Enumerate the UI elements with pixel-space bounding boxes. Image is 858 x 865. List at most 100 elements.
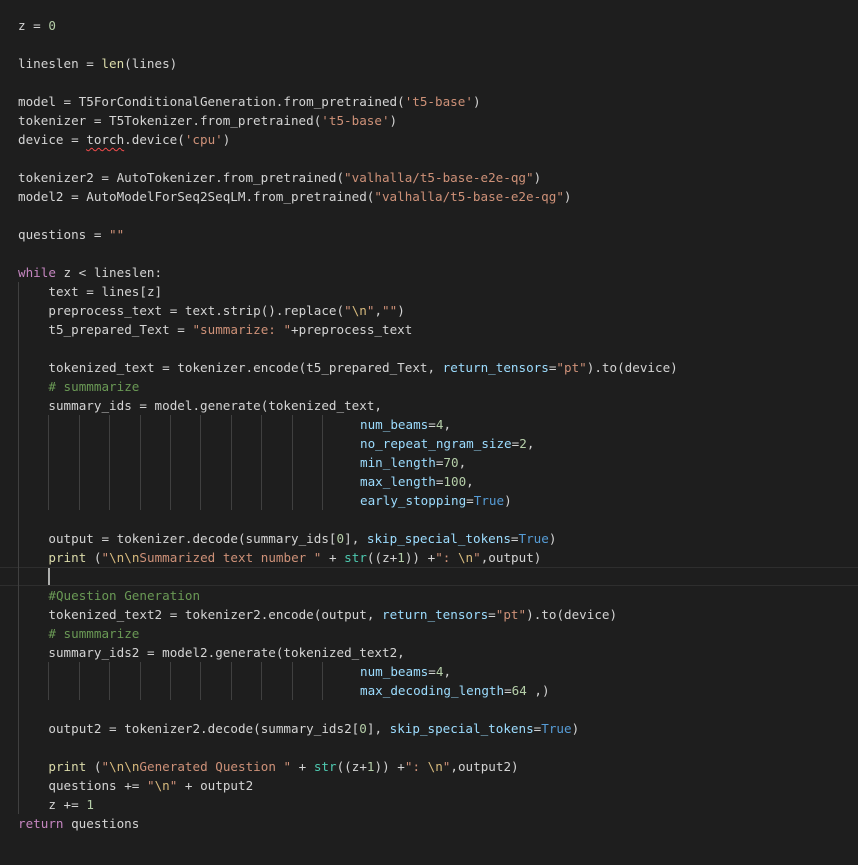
code-line[interactable]: summary_ids2 = model2.generate(tokenized…: [48, 643, 404, 662]
indent-guide: [18, 643, 19, 662]
code-token: +preprocess_text: [291, 322, 413, 337]
code-token: (: [86, 550, 102, 565]
code-line[interactable]: # summmarize: [48, 377, 139, 396]
indent-guide: [291, 453, 293, 472]
code-token: "summarize: ": [192, 322, 292, 337]
indent-guide: [18, 757, 19, 776]
indent-guide: [139, 662, 141, 681]
indent-guide: [18, 358, 19, 377]
code-token: ,: [443, 664, 452, 679]
code-token: num_beams: [360, 664, 429, 679]
code-line[interactable]: z += 1: [48, 795, 94, 814]
code-token: z =: [18, 18, 49, 33]
code-token: lineslen =: [18, 56, 102, 71]
indent-guide: [291, 434, 293, 453]
code-token: 70: [443, 455, 459, 470]
code-line[interactable]: tokenizer = T5Tokenizer.from_pretrained(…: [18, 111, 397, 130]
code-line[interactable]: lineslen = len(lines): [18, 54, 177, 73]
indent-guide: [18, 795, 19, 814]
code-token: \n\n: [109, 759, 140, 774]
code-line[interactable]: z = 0: [18, 16, 56, 35]
indent-guide: [48, 415, 50, 434]
code-token: ": [146, 778, 155, 793]
code-line[interactable]: min_length=70,: [360, 453, 466, 472]
code-line[interactable]: t5_prepared_Text = "summarize: "+preproc…: [48, 320, 412, 339]
code-line[interactable]: output2 = tokenizer2.decode(summary_ids2…: [48, 719, 579, 738]
code-line[interactable]: questions = "": [18, 225, 124, 244]
code-line[interactable]: max_length=100,: [360, 472, 474, 491]
indent-guide: [78, 662, 80, 681]
code-token: (lines): [124, 56, 178, 71]
indent-guide: [48, 472, 50, 491]
code-token: len: [101, 56, 125, 71]
indent-guide: [18, 776, 19, 795]
code-line[interactable]: output = tokenizer.decode(summary_ids[0]…: [48, 529, 556, 548]
code-token: ): [533, 170, 542, 185]
code-token: ":: [435, 550, 458, 565]
indent-guide: [18, 282, 19, 301]
indent-guide: [322, 415, 323, 434]
code-token: 0: [48, 18, 56, 33]
code-token: print: [48, 759, 87, 774]
indent-guide: [18, 320, 19, 339]
code-line[interactable]: max_decoding_length=64 ,): [360, 681, 550, 700]
code-token: ":: [404, 759, 428, 774]
code-token: summary_ids2 = model2.generate(tokenized…: [48, 645, 405, 660]
code-line[interactable]: model = T5ForConditionalGeneration.from_…: [18, 92, 481, 111]
indent-guide: [18, 415, 19, 434]
code-token: True: [518, 531, 549, 546]
code-token: num_beams: [360, 417, 429, 432]
code-token: ": [101, 550, 110, 565]
code-token: Summarized text number ": [139, 550, 322, 565]
code-line[interactable]: tokenized_text2 = tokenizer2.encode(outp…: [48, 605, 617, 624]
code-line[interactable]: num_beams=4,: [360, 662, 451, 681]
code-token: # summmarize: [48, 379, 140, 394]
code-token: ,: [443, 417, 452, 432]
code-token: ): [222, 132, 231, 147]
code-line[interactable]: num_beams=4,: [360, 415, 451, 434]
code-line[interactable]: summary_ids = model.generate(tokenized_t…: [48, 396, 382, 415]
code-token: 64: [511, 683, 527, 698]
code-token: =: [488, 607, 496, 622]
code-line[interactable]: print ("\n\nSummarized text number " + s…: [48, 548, 541, 567]
code-line[interactable]: preprocess_text = text.strip().replace("…: [48, 301, 404, 320]
code-token: ): [397, 303, 405, 318]
code-line[interactable]: tokenized_text = tokenizer.encode(t5_pre…: [48, 358, 677, 377]
indent-guide: [139, 415, 141, 434]
code-token: tokenizer2 = AutoTokenizer.from_pretrain…: [18, 170, 345, 185]
code-token: ,: [466, 474, 474, 489]
indent-guide: [18, 396, 19, 415]
code-line[interactable]: early_stopping=True): [360, 491, 512, 510]
code-token: "valhalla/t5-base-e2e-qg": [374, 189, 564, 204]
indent-guide: [18, 339, 19, 358]
indent-guide: [230, 453, 232, 472]
code-line[interactable]: text = lines[z]: [48, 282, 162, 301]
code-editor[interactable]: z = 0 lineslen = len(lines) model = T5ForC…: [0, 0, 858, 865]
indent-guide: [18, 472, 19, 491]
indent-guide: [109, 681, 111, 700]
code-token: \n: [154, 778, 170, 793]
code-line[interactable]: questions += "\n" + output2: [48, 776, 253, 795]
code-line[interactable]: device = torch.device('cpu'): [18, 130, 230, 149]
code-token: ): [563, 189, 572, 204]
code-line[interactable]: model2 = AutoModelForSeq2SeqLM.from_pret…: [18, 187, 572, 206]
code-line[interactable]: # summmarize: [48, 624, 139, 643]
indent-guide: [109, 491, 111, 510]
code-token: )) +: [374, 759, 405, 774]
code-line[interactable]: tokenizer2 = AutoTokenizer.from_pretrain…: [18, 168, 541, 187]
code-token: 't5-base': [404, 94, 473, 109]
code-token: ": [344, 303, 352, 318]
indent-guide: [139, 491, 141, 510]
code-line[interactable]: print ("\n\nGenerated Question " + str((…: [48, 757, 518, 776]
code-token: ": [473, 550, 481, 565]
code-token: model2 = AutoModelForSeq2SeqLM.from_pret…: [18, 189, 375, 204]
code-token: torch: [86, 132, 125, 147]
code-line[interactable]: no_repeat_ngram_size=2,: [360, 434, 534, 453]
indent-guide: [230, 681, 232, 700]
code-token: no_repeat_ngram_size: [360, 436, 512, 451]
code-line[interactable]: #Question Generation: [48, 586, 200, 605]
indent-guide: [261, 453, 263, 472]
code-line[interactable]: return questions: [18, 814, 139, 833]
code-line[interactable]: while z < lineslen:: [18, 263, 162, 282]
indent-guide: [18, 491, 19, 510]
